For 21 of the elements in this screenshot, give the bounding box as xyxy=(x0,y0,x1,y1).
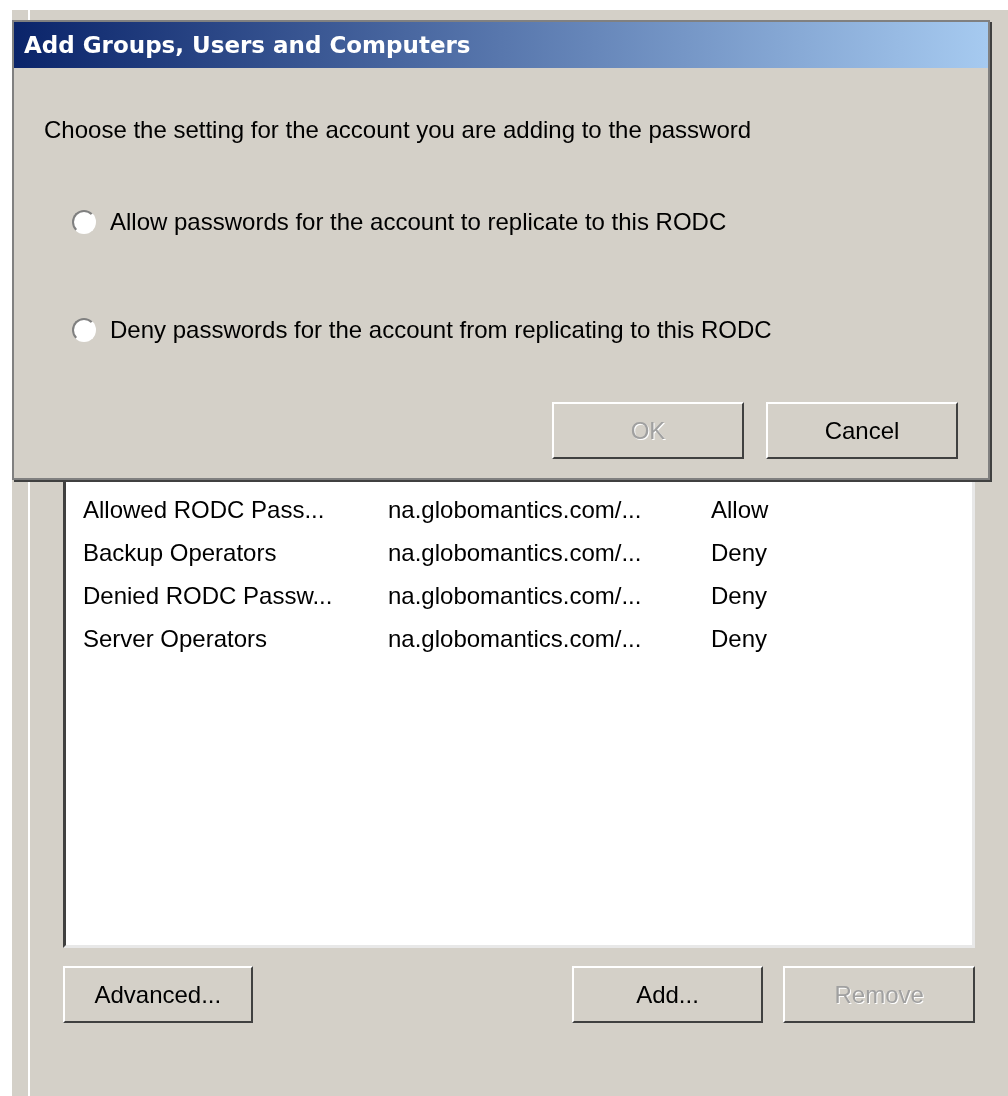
table-cell: Allow xyxy=(711,495,769,524)
radio-button[interactable] xyxy=(72,318,96,342)
table-cell: Deny xyxy=(711,538,768,567)
table-cell-text: na.globomantics.com/... xyxy=(388,624,643,653)
dialog-button[interactable]: Advanced... xyxy=(63,966,253,1023)
dialog-button[interactable]: Cancel xyxy=(766,402,958,459)
table-cell: Deny xyxy=(711,624,768,653)
table-cell-text: na.globomantics.com/... xyxy=(388,538,643,567)
table-cell-text: Allowed RODC Pass... xyxy=(83,495,326,524)
dialog-button[interactable]: Add... xyxy=(571,966,764,1023)
table-cell-text: na.globomantics.com/... xyxy=(388,495,643,524)
table-cell-text: Server Operators xyxy=(83,624,269,653)
radio-label[interactable]: Deny passwords for the account from replicating to this RODC xyxy=(110,316,772,344)
table-cell-text: Denied RODC Passw... xyxy=(83,581,334,610)
prompt-text: Choose the setting for the account you are adding to the password xyxy=(44,116,753,144)
window-title: Add Groups, Users and Computers xyxy=(14,22,988,68)
table-cell: Deny xyxy=(711,581,768,610)
table-cell-text: na.globomantics.com/... xyxy=(388,581,643,610)
table-cell-text: Backup Operators xyxy=(83,538,278,567)
radio-button[interactable] xyxy=(72,210,96,234)
radio-label[interactable]: Allow passwords for the account to replicate to this RODC xyxy=(110,208,727,236)
